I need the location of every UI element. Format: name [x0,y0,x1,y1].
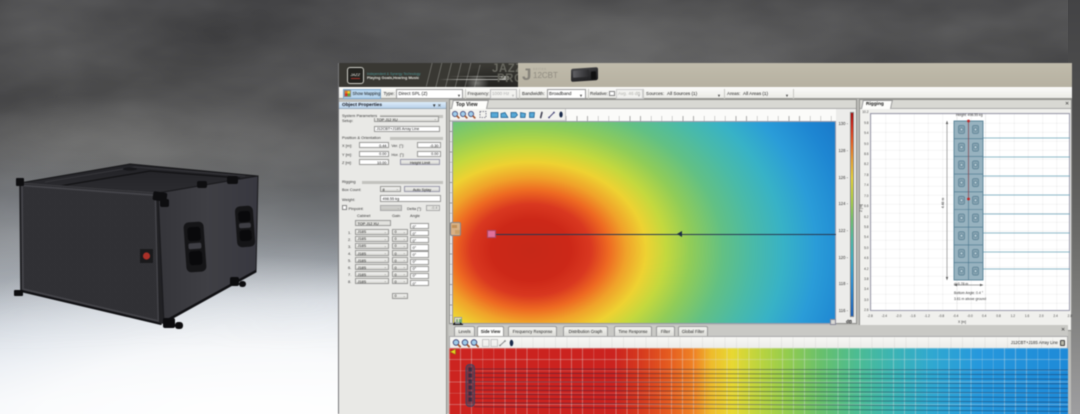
svg-text:4.48 m: 4.48 m [941,197,945,208]
